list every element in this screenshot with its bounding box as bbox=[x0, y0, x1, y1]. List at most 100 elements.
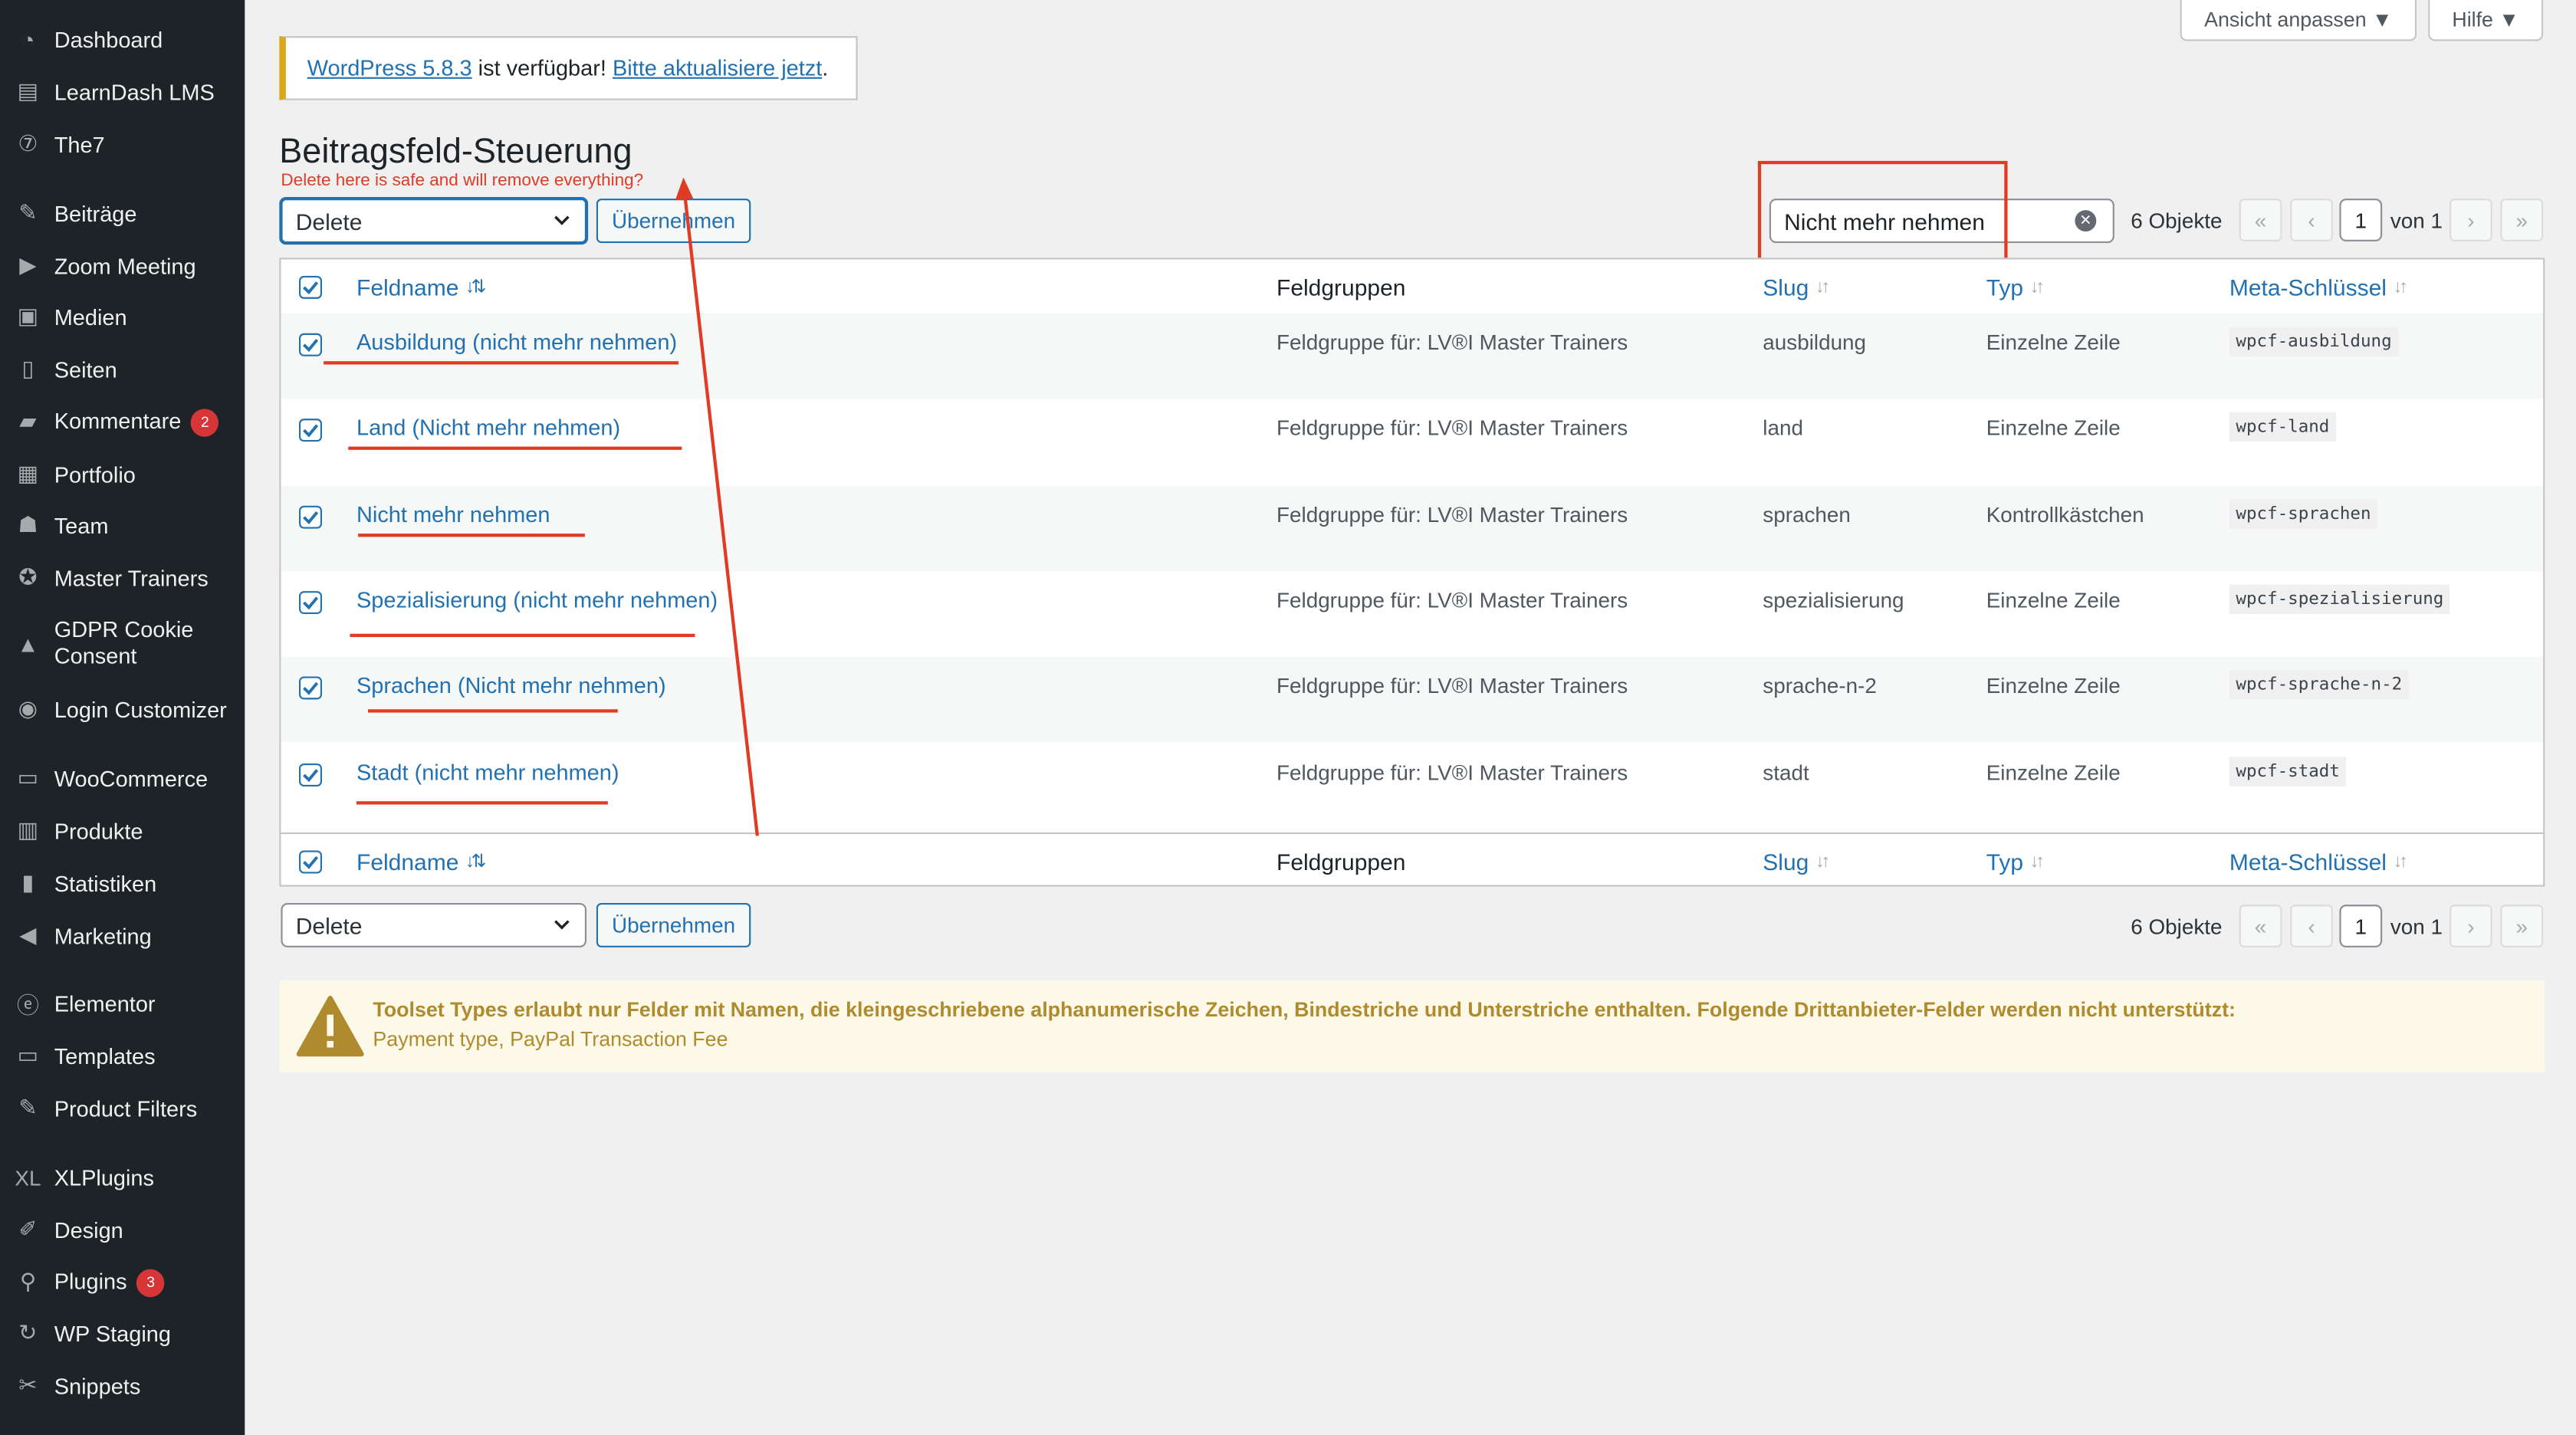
sidebar-item-marketing[interactable]: ◀ Marketing bbox=[0, 911, 245, 960]
checkmark-icon bbox=[303, 682, 319, 696]
row-checkbox[interactable] bbox=[299, 590, 322, 614]
meta-key: wpcf-ausbildung bbox=[2229, 327, 2399, 356]
update-now-link[interactable]: Bitte aktualisiere jetzt bbox=[613, 56, 822, 80]
next-page-button-bottom[interactable]: › bbox=[2450, 905, 2492, 947]
sidebar-item-seiten[interactable]: ▯ Seiten bbox=[0, 345, 245, 394]
products-icon: ▥ bbox=[17, 817, 39, 842]
column-meta-key[interactable]: Meta-Schlüssel ↓↑ bbox=[2229, 259, 2408, 314]
screen-options-button[interactable]: Ansicht anpassen ▼ bbox=[2180, 0, 2417, 41]
table-row: Sprachen (Nicht mehr nehmen) Feldgruppe f… bbox=[281, 657, 2544, 743]
sidebar-item-elementor[interactable]: ⓔ Elementor bbox=[0, 979, 245, 1028]
column-typ[interactable]: Typ ↓↑ bbox=[1986, 259, 2045, 314]
sidebar-item-login-customizer[interactable]: ◉ Login Customizer bbox=[0, 685, 245, 734]
annotation-underline bbox=[350, 633, 695, 638]
sidebar-item-label: Team bbox=[54, 513, 109, 538]
warning-icon bbox=[296, 996, 364, 1057]
meta-key: wpcf-sprache-n-2 bbox=[2229, 670, 2409, 700]
toolset-warning: Toolset Types erlaubt nur Felder mit Nam… bbox=[279, 980, 2545, 1072]
media-icon: ▣ bbox=[17, 304, 39, 329]
sidebar-item-design[interactable]: ✐ Design bbox=[0, 1205, 245, 1254]
sidebar-item-templates[interactable]: ▭ Templates bbox=[0, 1031, 245, 1080]
row-checkbox[interactable] bbox=[299, 333, 322, 356]
row-checkbox[interactable] bbox=[299, 762, 322, 786]
select-all-checkbox-footer[interactable] bbox=[299, 850, 322, 874]
bulk-action-select-top[interactable]: Delete bbox=[279, 197, 589, 245]
items-count: 6 Objekte bbox=[2131, 209, 2223, 234]
field-slug: land bbox=[1763, 415, 1803, 441]
sidebar-item-plugins[interactable]: ⚲ Plugins 3 bbox=[0, 1258, 245, 1307]
table-row: Ausbildung (nicht mehr nehmen) Feldgruppe… bbox=[281, 314, 2544, 399]
sidebar-item-statistiken[interactable]: ▮ Statistiken bbox=[0, 859, 245, 908]
field-type: Einzelne Zeile bbox=[1986, 415, 2121, 441]
sidebar-item-snippets[interactable]: ✂ Snippets bbox=[0, 1361, 245, 1410]
sidebar-item-label: Design bbox=[54, 1217, 123, 1243]
sidebar-item-beitr-ge[interactable]: ✎ Beiträge bbox=[0, 189, 245, 238]
prev-page-button-bottom[interactable]: ‹ bbox=[2290, 905, 2333, 947]
dashboard-icon: ◔ bbox=[21, 27, 35, 52]
sidebar-item-label: Marketing bbox=[54, 923, 152, 948]
select-all-checkbox[interactable] bbox=[299, 275, 322, 299]
field-group: Feldgruppe für: LV®I Master Trainers bbox=[1276, 415, 1628, 441]
sidebar-item-produkte[interactable]: ▥ Produkte bbox=[0, 806, 245, 855]
column-label: Feldgruppen bbox=[1276, 848, 1406, 875]
help-button[interactable]: Hilfe ▼ bbox=[2428, 0, 2544, 41]
current-page-input[interactable]: 1 bbox=[2339, 199, 2383, 241]
row-checkbox[interactable] bbox=[299, 676, 322, 700]
apply-button-bottom[interactable]: Übernehmen bbox=[596, 903, 751, 947]
sidebar-item-learndash-lms[interactable]: ▤ LearnDash LMS bbox=[0, 67, 245, 117]
wordpress-version-link[interactable]: WordPress 5.8.3 bbox=[307, 56, 472, 80]
sidebar-item-medien[interactable]: ▣ Medien bbox=[0, 292, 245, 341]
sidebar-item-label: Statistiken bbox=[54, 871, 157, 896]
clear-search-icon[interactable]: ✕ bbox=[2075, 210, 2097, 232]
field-group: Feldgruppe für: LV®I Master Trainers bbox=[1276, 673, 1628, 698]
sidebar-item-woocommerce[interactable]: ▭ WooCommerce bbox=[0, 754, 245, 803]
field-name-link[interactable]: Stadt (nicht mehr nehmen) bbox=[356, 760, 619, 784]
field-name-link[interactable]: Ausbildung (nicht mehr nehmen) bbox=[356, 330, 677, 355]
apply-button-top[interactable]: Übernehmen bbox=[596, 199, 751, 243]
sidebar-item-xlplugins[interactable]: XL XLPlugins bbox=[0, 1153, 245, 1202]
sort-icon: ↓↑ bbox=[2029, 276, 2045, 297]
sidebar-item-portfolio[interactable]: ▦ Portfolio bbox=[0, 450, 245, 499]
footer-column-meta-key[interactable]: Meta-Schlüssel ↓↑ bbox=[2229, 834, 2408, 888]
field-name-link[interactable]: Nicht mehr nehmen bbox=[356, 502, 550, 527]
notification-badge: 3 bbox=[136, 1268, 165, 1297]
column-feldname[interactable]: Feldname ↓⇅ bbox=[356, 259, 486, 314]
sidebar-item-the7[interactable]: ⑦ The7 bbox=[0, 120, 245, 169]
first-page-button-bottom[interactable]: « bbox=[2239, 905, 2282, 947]
sidebar-item-gdpr-cookie-consent[interactable]: ▲ GDPR Cookie Consent bbox=[0, 616, 245, 672]
sidebar-item-wp-staging[interactable]: ↻ WP Staging bbox=[0, 1309, 245, 1358]
column-label: Feldname bbox=[356, 273, 459, 300]
annotation-highlight-box bbox=[1757, 160, 2008, 266]
sidebar-item-team[interactable]: ☗ Team bbox=[0, 501, 245, 550]
bulk-action-select-bottom[interactable]: Delete bbox=[281, 903, 586, 947]
row-checkbox[interactable] bbox=[299, 504, 322, 528]
footer-column-feldname[interactable]: Feldname ↓⇅ bbox=[356, 834, 486, 888]
last-page-button-bottom[interactable]: » bbox=[2500, 905, 2544, 947]
sidebar-item-dashboard[interactable]: ◔ Dashboard bbox=[0, 15, 245, 64]
field-name-link[interactable]: Sprachen (Nicht mehr nehmen) bbox=[356, 674, 666, 698]
page-title: Beitragsfeld-Steuerung bbox=[279, 133, 632, 171]
sidebar-item-kommentare[interactable]: ▰ Kommentare 2 bbox=[0, 397, 245, 446]
table-row: Land (Nicht mehr nehmen) Feldgruppe für: … bbox=[281, 399, 2543, 484]
row-checkbox[interactable] bbox=[299, 419, 322, 442]
field-group: Feldgruppe für: LV®I Master Trainers bbox=[1276, 330, 1628, 355]
column-slug[interactable]: Slug ↓↑ bbox=[1763, 259, 1830, 314]
current-page-input-bottom[interactable]: 1 bbox=[2339, 905, 2383, 947]
field-type: Kontrollkästchen bbox=[1986, 501, 2144, 527]
field-name-link[interactable]: Land (Nicht mehr nehmen) bbox=[356, 416, 620, 441]
prev-page-button[interactable]: ‹ bbox=[2290, 199, 2333, 241]
last-page-button[interactable]: » bbox=[2500, 199, 2544, 241]
sidebar-item-master-trainers[interactable]: ✪ Master Trainers bbox=[0, 553, 245, 603]
footer-column-typ[interactable]: Typ ↓↑ bbox=[1986, 834, 2045, 888]
field-name-link[interactable]: Spezialisierung (nicht mehr nehmen) bbox=[356, 588, 718, 612]
first-page-button[interactable]: « bbox=[2239, 199, 2282, 241]
annotation-underline bbox=[358, 534, 585, 537]
next-page-button[interactable]: › bbox=[2450, 199, 2492, 241]
sidebar-item-zoom-meeting[interactable]: ▶ Zoom Meeting bbox=[0, 241, 245, 291]
the7-icon: ⑦ bbox=[18, 131, 38, 156]
sort-icon: ↓↑ bbox=[2029, 851, 2045, 872]
footer-column-slug[interactable]: Slug ↓↑ bbox=[1763, 834, 1830, 888]
sidebar-item-product-filters[interactable]: ✎ Product Filters bbox=[0, 1084, 245, 1133]
field-type: Einzelne Zeile bbox=[1986, 673, 2121, 698]
sidebar-item-label: Dashboard bbox=[54, 27, 163, 52]
